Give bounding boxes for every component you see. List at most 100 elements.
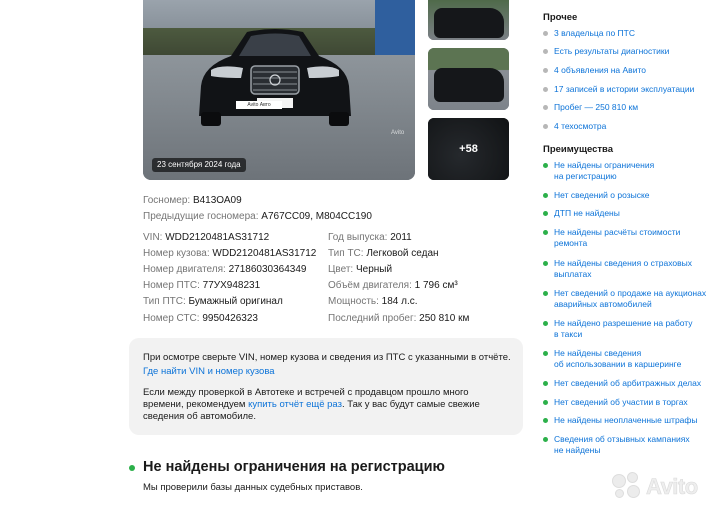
spec-label: Номер кузова:	[143, 248, 210, 259]
bullet-icon	[543, 124, 548, 129]
sidebar-item-label: выплатах	[554, 269, 592, 279]
gosnomer-row: Госномер: В413ОА09	[143, 194, 242, 208]
sidebar-item-label: об использовании в каршеринге	[554, 359, 682, 369]
check-bullet-icon	[543, 400, 548, 405]
sidebar-item[interactable]: ДТП не найдены	[543, 208, 713, 219]
check-bullet-icon	[543, 381, 548, 386]
spec-value: 250 810 км	[419, 313, 470, 324]
sidebar-item-label: Нет сведений об арбитражных делах	[554, 378, 702, 388]
check-bullet-icon	[543, 437, 548, 442]
sidebar-item[interactable]: Нет сведений о продаже на аукционах авари…	[543, 288, 713, 310]
bullet-icon	[543, 68, 548, 73]
spec-value: 184 л.с.	[381, 296, 418, 307]
photo-date: 23 сентября 2024 года	[152, 158, 246, 172]
sidebar-item-label: Нет сведений об участии в торгах	[554, 397, 688, 407]
spec-row: Тип ПТС: Бумажный оригинал	[143, 295, 283, 309]
section-subtitle: Мы проверили базы данных судебных приста…	[143, 482, 363, 493]
spec-value: 27186030364349	[228, 264, 307, 275]
notice-text: . Так у вас будут самые свежие	[341, 399, 480, 410]
check-bullet-icon	[543, 291, 548, 296]
check-bullet-icon	[543, 351, 548, 356]
spec-label: Год выпуска:	[328, 232, 388, 243]
check-bullet-icon	[543, 261, 548, 266]
sidebar-item-label: Не найдены неоплаченные штрафы	[554, 415, 698, 425]
spec-value: Легковой седан	[366, 248, 439, 259]
spec-value: Черный	[355, 264, 393, 275]
sidebar-item-label: 3 владельца по ПТС	[554, 28, 635, 38]
sidebar-item[interactable]: Не найдены расчёты стоимости ремонта	[543, 227, 713, 249]
thumbnail-more[interactable]: +58	[428, 118, 509, 180]
sidebar-item-label: 17 записей в истории эксплуатации	[554, 84, 695, 94]
spec-value: WDD2120481AS31712	[165, 232, 270, 243]
sidebar-item[interactable]: 17 записей в истории эксплуатации	[543, 84, 713, 95]
sidebar-item[interactable]: Нет сведений об арбитражных делах	[543, 378, 713, 389]
sidebar-item[interactable]: Есть результаты диагностики	[543, 46, 713, 57]
spec-value: 77УХ948231	[202, 280, 261, 291]
sidebar-item-label: Есть результаты диагностики	[554, 46, 670, 56]
spec-value: 9950426323	[202, 313, 258, 324]
sidebar-item[interactable]: Не найдены сведения о страховых выплатах	[543, 258, 713, 280]
thumbnail-1[interactable]	[428, 0, 509, 40]
sidebar-item-label: Нет сведений о розыске	[554, 190, 650, 200]
sidebar-item-label: Не найдены сведения о страховых	[554, 258, 692, 268]
main-car-photo[interactable]: Avito Авто	[143, 0, 415, 180]
sidebar-item-label: 4 объявления на Авито	[554, 65, 646, 75]
vin-help-link[interactable]: Где найти VIN и номер кузова	[143, 366, 275, 378]
notice-line-4: сведения об автомобиле.	[143, 411, 256, 422]
bullet-icon	[543, 31, 548, 36]
sidebar-other-heading: Прочее	[543, 12, 578, 23]
notice-line-1: При осмотре сверьте VIN, номер кузова и …	[143, 352, 511, 363]
spec-row: Номер двигателя: 27186030364349	[143, 263, 306, 277]
sidebar-item-label: Не найдены сведения	[554, 348, 642, 358]
sidebar-item-label: не найдены	[554, 445, 601, 455]
prev-gosnomer-row: Предыдущие госномера: А767СС09, М804СС19…	[143, 210, 372, 224]
notice-text: времени, рекомендуем	[143, 399, 249, 410]
spec-value: WDD2120481AS31712	[212, 248, 317, 259]
sidebar-item-label: аварийных автомобилей	[554, 299, 652, 309]
sidebar-item[interactable]: 4 объявления на Авито	[543, 65, 713, 76]
bullet-icon	[543, 87, 548, 92]
notice-line-3: времени, рекомендуем купить отчёт ещё ра…	[143, 399, 480, 411]
plate-badge: Avito Авто	[236, 101, 282, 109]
sidebar-item[interactable]: Нет сведений о розыске	[543, 190, 713, 201]
buy-report-link[interactable]: купить отчёт ещё раз	[248, 399, 342, 410]
gosnomer-value: В413ОА09	[192, 195, 242, 206]
sidebar-item-label: ДТП не найдены	[554, 208, 620, 218]
spec-row: Год выпуска: 2011	[328, 231, 412, 245]
thumbnail-2[interactable]	[428, 48, 509, 110]
spec-label: Номер СТС:	[143, 313, 200, 324]
check-bullet-icon	[543, 163, 548, 168]
spec-label: Цвет:	[328, 264, 354, 275]
spec-row: VIN: WDD2120481AS31712	[143, 231, 269, 245]
sidebar-item[interactable]: Сведения об отзывных кампаниях не найдены	[543, 434, 713, 456]
sidebar-item[interactable]: 4 техосмотра	[543, 121, 713, 132]
sidebar-item[interactable]: Нет сведений об участии в торгах	[543, 397, 713, 408]
sidebar-item[interactable]: Пробег — 250 810 км	[543, 102, 713, 113]
sidebar-item-label: Нет сведений о продаже на аукционах	[554, 288, 707, 298]
bullet-icon	[543, 105, 548, 110]
sidebar-item[interactable]: Не найдены неоплаченные штрафы	[543, 415, 713, 426]
spec-row: Номер кузова: WDD2120481AS31712	[143, 247, 316, 261]
sidebar-item[interactable]: Не найдены сведения об использовании в ка…	[543, 348, 713, 370]
prev-gosnomer-label: Предыдущие госномера:	[143, 211, 259, 222]
section-title: Не найдены ограничения на регистрацию	[143, 459, 445, 475]
spec-row: Мощность: 184 л.с.	[328, 295, 418, 309]
spec-label: Номер двигателя:	[143, 264, 226, 275]
spec-value: 1 796 см³	[414, 280, 458, 291]
more-photos-count: +58	[428, 118, 509, 180]
status-ok-icon	[129, 465, 135, 471]
sidebar-item-label: на регистрацию	[554, 171, 617, 181]
check-bullet-icon	[543, 230, 548, 235]
spec-label: Объём двигателя:	[328, 280, 412, 291]
bullet-icon	[543, 49, 548, 54]
sidebar-item[interactable]: Не найдены ограничения на регистрацию	[543, 160, 713, 182]
sidebar-item[interactable]: Не найдено разрешение на работу в такси	[543, 318, 713, 340]
check-bullet-icon	[543, 193, 548, 198]
sidebar-item[interactable]: 3 владельца по ПТС	[543, 28, 713, 39]
sidebar-item-label: в такси	[554, 329, 583, 339]
spec-label: Тип ТС:	[328, 248, 364, 259]
car-image	[199, 29, 351, 126]
spec-row: Номер СТС: 9950426323	[143, 312, 258, 326]
spec-row: Объём двигателя: 1 796 см³	[328, 279, 458, 293]
photo-watermark: Avito	[391, 130, 405, 136]
